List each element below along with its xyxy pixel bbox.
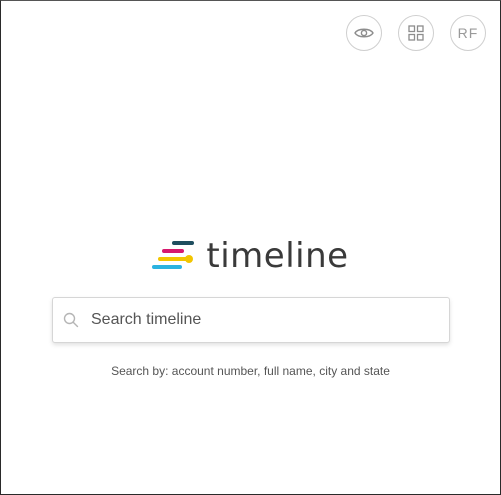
apps-button[interactable] (398, 15, 434, 51)
user-avatar-button[interactable]: RF (450, 15, 486, 51)
user-initials: RF (457, 25, 479, 41)
eye-icon (354, 28, 374, 38)
header-actions: RF (346, 15, 486, 51)
app-window: RF timeline Search by: account number, f… (0, 0, 501, 495)
preview-button[interactable] (346, 15, 382, 51)
search-icon (63, 312, 79, 328)
brand-logo: timeline (1, 239, 500, 273)
search-input[interactable] (89, 310, 439, 330)
search-hint: Search by: account number, full name, ci… (111, 364, 390, 378)
timeline-logo-icon (152, 241, 195, 269)
search-box[interactable] (52, 297, 450, 343)
brand-wordmark: timeline (206, 236, 349, 276)
grid-icon (408, 25, 424, 41)
